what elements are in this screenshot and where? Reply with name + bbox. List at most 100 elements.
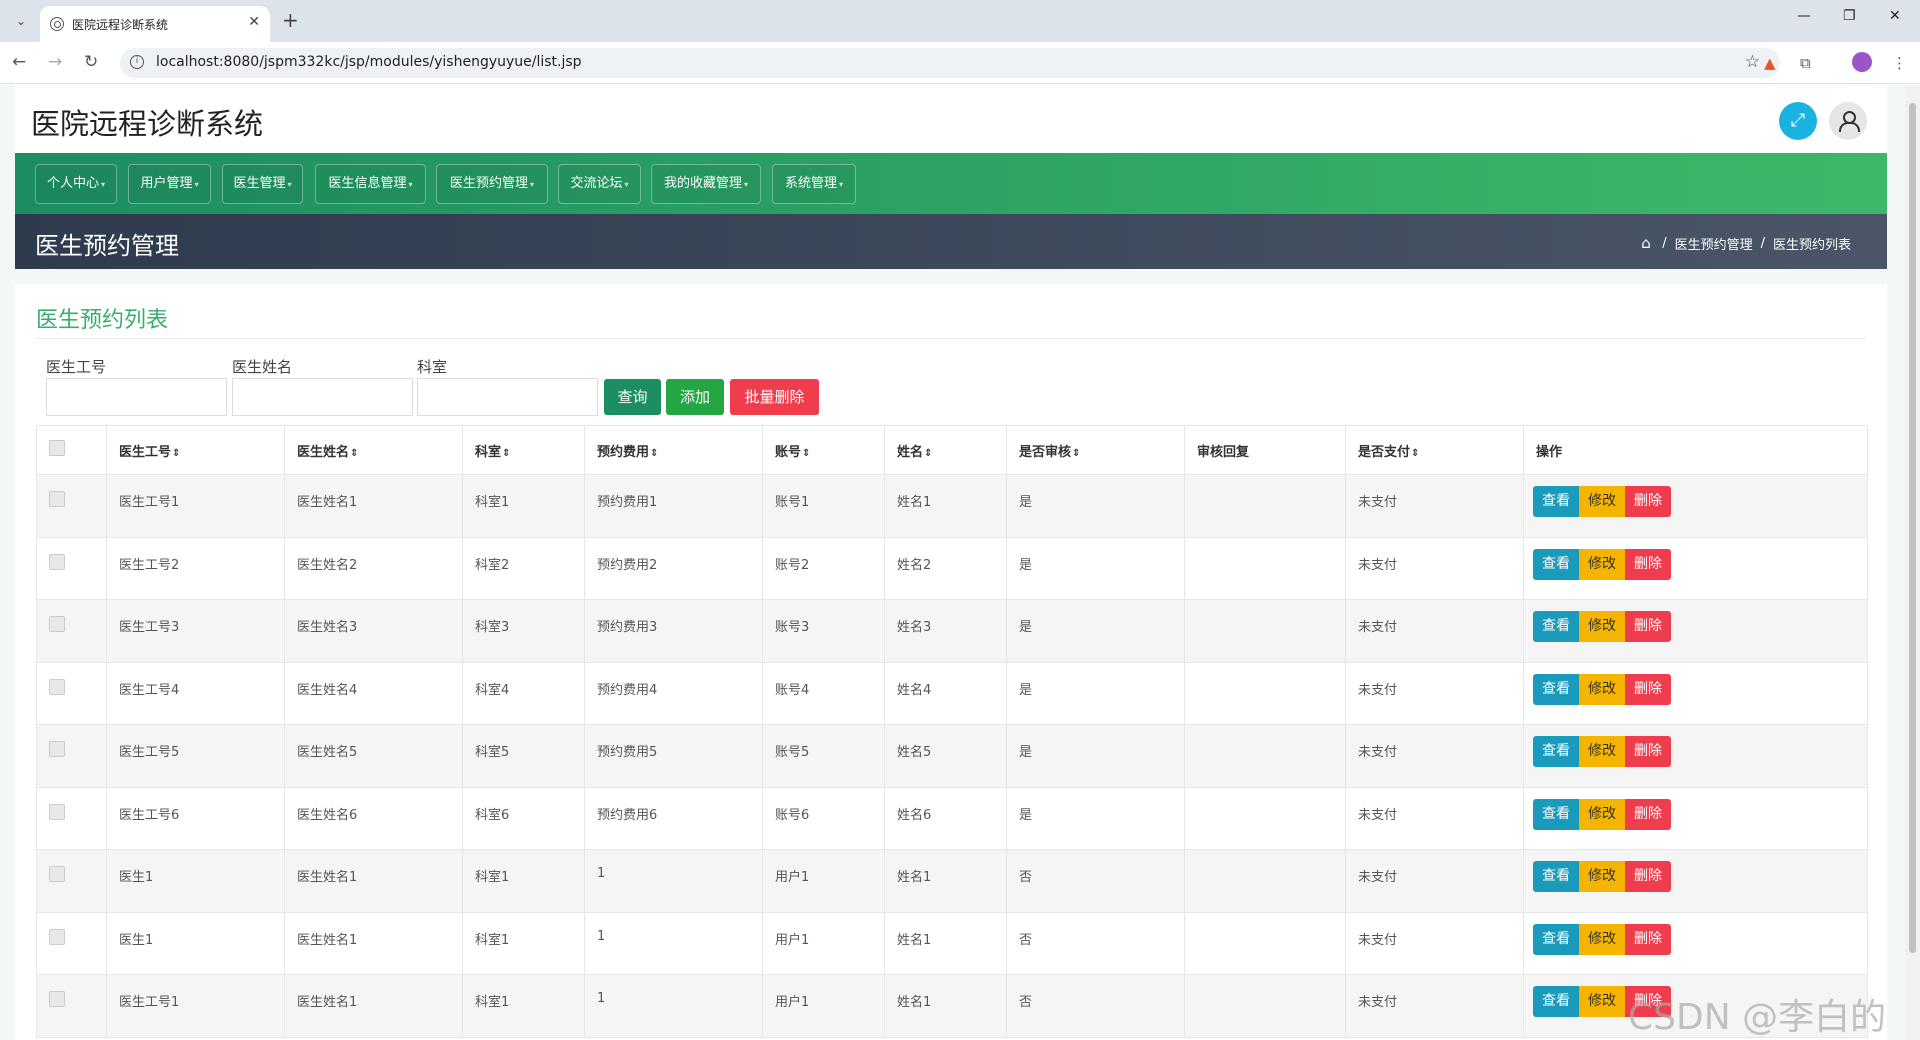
row-select-cell bbox=[36, 724, 107, 788]
table-cell: 1 bbox=[584, 911, 763, 975]
table-cell: 科室1 bbox=[462, 974, 585, 1038]
close-window-icon[interactable]: ✕ bbox=[1889, 8, 1901, 24]
search-label-doctor-name: 医生姓名 bbox=[232, 358, 293, 376]
column-header[interactable]: 是否支付⇕ bbox=[1345, 425, 1524, 475]
nav-item-favorites-management[interactable]: 我的收藏管理 bbox=[651, 164, 761, 204]
delete-button[interactable]: 删除 bbox=[1625, 673, 1671, 705]
fullscreen-icon[interactable]: ⤢ bbox=[1779, 102, 1817, 140]
row-checkbox[interactable] bbox=[49, 928, 65, 945]
row-checkbox[interactable] bbox=[49, 803, 65, 820]
url-field[interactable]: i localhost:8080/jspm332kc/jsp/modules/y… bbox=[120, 48, 1780, 78]
edit-button[interactable]: 修改 bbox=[1579, 736, 1625, 767]
new-tab-icon[interactable]: + bbox=[282, 8, 299, 32]
minimize-icon[interactable]: — bbox=[1797, 8, 1811, 24]
sort-icon: ⇕ bbox=[802, 447, 811, 459]
row-checkbox[interactable] bbox=[49, 678, 65, 695]
table-cell: 科室3 bbox=[462, 599, 585, 663]
column-header[interactable]: 账号⇕ bbox=[762, 425, 885, 475]
row-select-cell bbox=[36, 974, 107, 1038]
edit-button[interactable]: 修改 bbox=[1579, 548, 1625, 580]
doctor-name-input[interactable] bbox=[232, 378, 413, 416]
add-button[interactable]: 添加 bbox=[666, 379, 724, 415]
site-info-icon[interactable]: i bbox=[130, 55, 144, 69]
select-all-checkbox[interactable] bbox=[49, 440, 65, 456]
edit-button[interactable]: 修改 bbox=[1579, 611, 1625, 642]
edit-button[interactable]: 修改 bbox=[1579, 798, 1625, 830]
delete-button[interactable]: 删除 bbox=[1625, 548, 1671, 580]
table-cell: 姓名3 bbox=[884, 599, 1007, 663]
restore-icon[interactable]: ❐ bbox=[1843, 8, 1856, 24]
table-cell: 姓名5 bbox=[884, 724, 1007, 788]
view-button[interactable]: 查看 bbox=[1533, 798, 1579, 830]
tab-list-icon[interactable]: ⌄ bbox=[10, 10, 32, 32]
row-checkbox[interactable] bbox=[49, 866, 65, 882]
table-cell: 否 bbox=[1006, 974, 1185, 1038]
table-cell: 预约费用4 bbox=[584, 661, 763, 725]
row-checkbox[interactable] bbox=[49, 616, 65, 632]
nav-item-forum[interactable]: 交流论坛 bbox=[558, 164, 641, 204]
nav-item-doctor-management[interactable]: 医生管理 bbox=[222, 164, 303, 204]
edit-button[interactable]: 修改 bbox=[1579, 486, 1625, 517]
delete-button[interactable]: 删除 bbox=[1625, 736, 1671, 767]
view-button[interactable]: 查看 bbox=[1533, 923, 1579, 955]
view-button[interactable]: 查看 bbox=[1533, 548, 1579, 580]
row-checkbox[interactable] bbox=[49, 553, 65, 570]
column-header[interactable]: 医生工号⇕ bbox=[106, 425, 285, 475]
view-button[interactable]: 查看 bbox=[1533, 736, 1579, 767]
view-button[interactable]: 查看 bbox=[1533, 611, 1579, 642]
view-button[interactable]: 查看 bbox=[1533, 861, 1579, 892]
delete-button[interactable]: 删除 bbox=[1625, 798, 1671, 830]
nav-item-appointment-management[interactable]: 医生预约管理 bbox=[436, 164, 548, 204]
table-cell: 姓名1 bbox=[884, 849, 1007, 913]
nav-item-doctor-info-management[interactable]: 医生信息管理 bbox=[315, 164, 426, 204]
delete-button[interactable]: 删除 bbox=[1625, 611, 1671, 642]
reload-icon[interactable]: ↻ bbox=[84, 52, 98, 72]
batch-delete-button[interactable]: 批量删除 bbox=[730, 379, 819, 415]
back-icon[interactable]: ← bbox=[12, 52, 26, 72]
edit-button[interactable]: 修改 bbox=[1579, 986, 1625, 1017]
edit-button[interactable]: 修改 bbox=[1579, 673, 1625, 705]
forward-icon[interactable]: → bbox=[48, 52, 62, 72]
url-text[interactable]: localhost:8080/jspm332kc/jsp/modules/yis… bbox=[156, 54, 582, 70]
browser-tab[interactable]: 医院远程诊断系统 ✕ bbox=[40, 6, 270, 42]
row-checkbox[interactable] bbox=[49, 991, 65, 1007]
table-cell: 账号5 bbox=[762, 724, 885, 788]
delete-button[interactable]: 删除 bbox=[1625, 923, 1671, 955]
row-select-cell bbox=[36, 599, 107, 663]
scrollbar-thumb[interactable] bbox=[1909, 103, 1916, 953]
user-icon[interactable] bbox=[1829, 102, 1867, 140]
view-button[interactable]: 查看 bbox=[1533, 486, 1579, 517]
profile-avatar[interactable] bbox=[1852, 52, 1872, 72]
row-checkbox[interactable] bbox=[49, 491, 65, 507]
edit-button[interactable]: 修改 bbox=[1579, 861, 1625, 892]
edit-button[interactable]: 修改 bbox=[1579, 923, 1625, 955]
row-checkbox[interactable] bbox=[49, 741, 65, 757]
column-header[interactable]: 预约费用⇕ bbox=[584, 425, 763, 475]
table-cell: 是 bbox=[1006, 661, 1185, 725]
home-icon[interactable] bbox=[1641, 234, 1654, 252]
breadcrumb-item[interactable]: 医生预约管理 bbox=[1675, 234, 1753, 253]
delete-button[interactable]: 删除 bbox=[1625, 486, 1671, 517]
browser-menu-icon[interactable]: ⋮ bbox=[1892, 54, 1907, 72]
view-button[interactable]: 查看 bbox=[1533, 986, 1579, 1017]
nav-item-personal-center[interactable]: 个人中心 bbox=[35, 164, 117, 204]
watermark: CSDN @李白的粉 bbox=[1628, 997, 1887, 1038]
doctor-id-input[interactable] bbox=[46, 378, 227, 416]
column-header[interactable]: 医生姓名⇕ bbox=[284, 425, 463, 475]
delete-button[interactable]: 删除 bbox=[1625, 861, 1671, 892]
table-cell bbox=[1184, 474, 1346, 538]
view-button[interactable]: 查看 bbox=[1533, 673, 1579, 705]
extensions-puzzle-icon[interactable]: ⧉ bbox=[1800, 54, 1811, 72]
extension-icon[interactable]: ▲ bbox=[1764, 54, 1776, 72]
close-tab-icon[interactable]: ✕ bbox=[248, 14, 260, 30]
query-button[interactable]: 查询 bbox=[604, 379, 661, 415]
bookmark-star-icon[interactable]: ☆ bbox=[1745, 52, 1760, 72]
column-header[interactable]: 姓名⇕ bbox=[884, 425, 1007, 475]
nav-item-user-management[interactable]: 用户管理 bbox=[128, 164, 211, 204]
column-header[interactable]: 是否审核⇕ bbox=[1006, 425, 1185, 475]
column-header[interactable]: 科室⇕ bbox=[462, 425, 585, 475]
page-scrollbar[interactable] bbox=[1905, 85, 1920, 1040]
department-input[interactable] bbox=[417, 378, 598, 416]
nav-item-system-management[interactable]: 系统管理 bbox=[772, 164, 856, 204]
column-header: 操作 bbox=[1523, 425, 1868, 475]
